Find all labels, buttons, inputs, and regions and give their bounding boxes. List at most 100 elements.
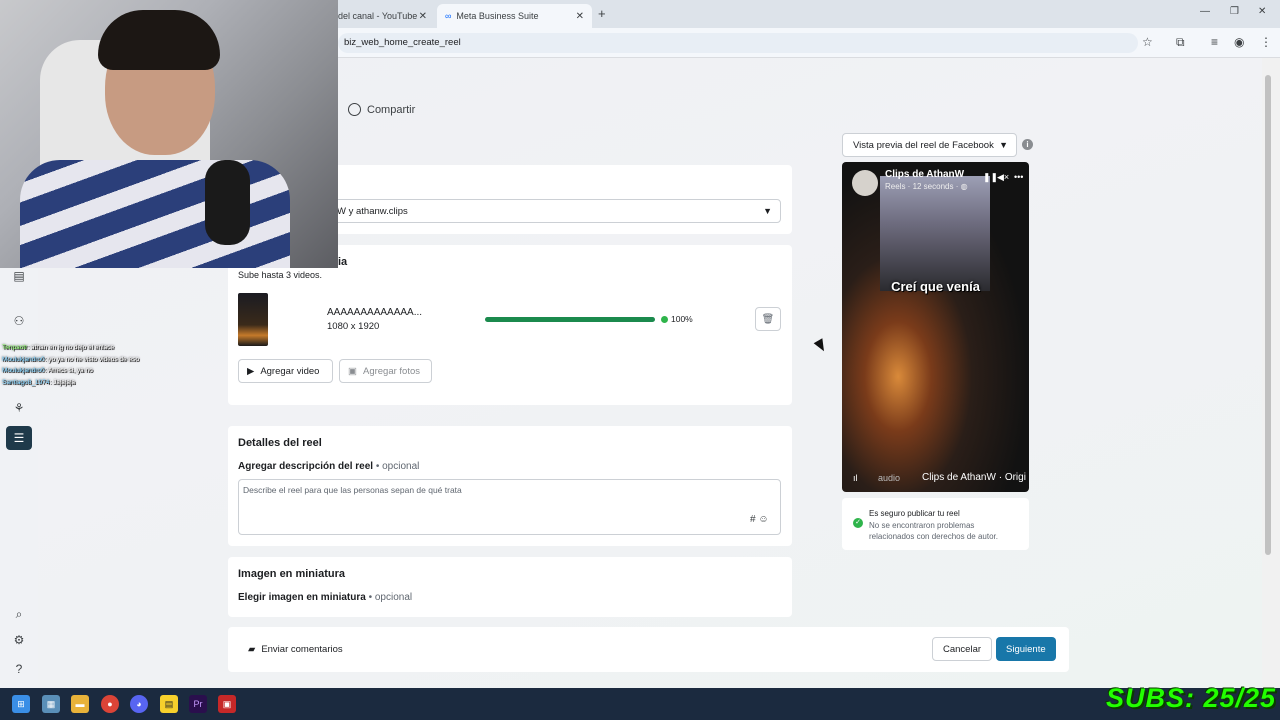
- add-photos-button[interactable]: ▣ Agregar fotos: [339, 359, 432, 383]
- preview-audio-label: audio: [878, 473, 901, 483]
- globe-icon: ◍: [960, 182, 968, 191]
- cancel-button[interactable]: Cancelar: [932, 637, 993, 661]
- menu-dots-icon[interactable]: ⋮: [1260, 35, 1272, 49]
- new-tab-icon[interactable]: +: [598, 6, 606, 21]
- close-icon[interactable]: ✕: [419, 11, 427, 22]
- pause-icon[interactable]: ❚❚: [983, 172, 998, 183]
- media-subtitle: Sube hasta 3 videos.: [238, 270, 323, 280]
- help-icon[interactable]: ?: [8, 658, 30, 680]
- add-video-label: Agregar video: [260, 365, 320, 377]
- hashtag-icon[interactable]: #: [750, 514, 756, 525]
- content-icon[interactable]: ▤: [8, 265, 30, 287]
- upload-progress-label: 100%: [671, 314, 693, 324]
- photos-app-icon[interactable]: ▦: [42, 695, 60, 713]
- media-controls-icon[interactable]: ≡: [1211, 35, 1218, 49]
- tab-label: del canal - YouTube: [338, 11, 418, 21]
- tab-meta-business-suite[interactable]: ∞ Meta Business Suite ✕: [437, 4, 592, 28]
- video-icon: ▶: [247, 365, 255, 377]
- step-circle-icon: [348, 103, 361, 116]
- profile-icon[interactable]: ◉: [1234, 35, 1244, 49]
- thumbnail-label-text: Elegir imagen en miniatura: [238, 592, 366, 603]
- chat-user: Moulukjandro0: [2, 367, 45, 374]
- textarea-tools: # ☺: [750, 514, 769, 525]
- preview-track: Clips de AthanW · Origi: [922, 472, 1026, 483]
- gear-icon[interactable]: ⚙: [8, 629, 30, 651]
- chat-line: Moulukjandro0: yo ya no he visto videos …: [2, 354, 139, 366]
- audience-icon[interactable]: ⚇: [8, 310, 30, 332]
- trash-icon: 🗑: [761, 313, 775, 325]
- chat-msg: : Arrecs si, ya no: [44, 367, 93, 374]
- success-dot-icon: [661, 315, 668, 323]
- premiere-icon[interactable]: Pr: [189, 695, 207, 713]
- subs-counter: SUBS: 25/25: [1106, 683, 1277, 713]
- description-label: Agregar descripción del reel • opcional: [238, 461, 419, 472]
- windows-start-icon[interactable]: ⊞: [12, 695, 30, 713]
- photos-icon: ▣: [348, 365, 357, 377]
- close-icon[interactable]: ✕: [576, 11, 584, 22]
- tab-youtube[interactable]: del canal - YouTube ✕: [330, 4, 435, 28]
- video-name: AAAAAAAAAAAAA...: [327, 307, 423, 318]
- mute-icon[interactable]: ◀×: [997, 172, 1009, 183]
- reel-preview: Clips de AthanW Reels · 12 seconds · ◍ ❚…: [842, 162, 1029, 492]
- chat-msg: : Jajajaja: [49, 378, 76, 386]
- media-title: ia: [338, 256, 348, 268]
- feedback-icon: ▰: [248, 644, 256, 655]
- delete-video-button[interactable]: 🗑: [755, 307, 781, 331]
- upload-progress-status: 100%: [661, 314, 693, 324]
- info-icon[interactable]: i: [1022, 139, 1033, 150]
- more-icon[interactable]: •••: [1014, 172, 1023, 182]
- next-button[interactable]: Siguiente: [996, 637, 1056, 661]
- thumbnail-title: Imagen en miniatura: [238, 568, 345, 580]
- scrollbar-thumb[interactable]: [1265, 75, 1271, 555]
- preview-meta: Reels · 12 seconds · ◍: [885, 182, 968, 191]
- chat-line: Moulukjandro0: Arrecs si, ya no: [2, 365, 139, 377]
- preview-caption: Creí que venía: [891, 279, 980, 294]
- description-input[interactable]: Describe el reel para que las personas s…: [238, 479, 781, 535]
- minimize-icon[interactable]: —: [1200, 6, 1210, 17]
- thumbnail-card: [228, 557, 792, 617]
- all-tools-menu-icon[interactable]: ☰: [6, 426, 32, 450]
- restore-icon[interactable]: ❐: [1230, 6, 1239, 17]
- insights-icon[interactable]: ⚘: [8, 397, 30, 419]
- voicemeeter-icon[interactable]: ▣: [218, 695, 236, 713]
- feedback-button[interactable]: ▰ Enviar comentarios: [248, 644, 343, 655]
- extensions-icon[interactable]: ⧉: [1176, 35, 1185, 50]
- add-video-button[interactable]: ▶ Agregar video: [238, 359, 333, 383]
- description-label-text: Agregar descripción del reel: [238, 461, 374, 472]
- video-thumbnail: [238, 293, 268, 346]
- check-icon: ✓: [853, 518, 863, 528]
- audio-icon: ıl: [853, 473, 858, 483]
- chrome-icon[interactable]: ●: [101, 695, 119, 713]
- optional-tag: • opcional: [375, 461, 420, 472]
- add-photos-label: Agregar fotos: [362, 365, 421, 377]
- preview-select-label: Vista previa del reel de Facebook: [853, 140, 994, 151]
- thumbnail-label: Elegir imagen en miniatura • opcional: [238, 592, 412, 603]
- person-hair: [98, 10, 220, 70]
- step-share[interactable]: Compartir: [348, 103, 415, 116]
- close-window-icon[interactable]: ✕: [1258, 6, 1266, 17]
- file-explorer-icon[interactable]: ▬: [71, 695, 89, 713]
- chat-line: Tenpaotr: athan en ig no dejo el enlace: [2, 342, 139, 354]
- preview-type-select[interactable]: Vista previa del reel de Facebook ▼: [842, 133, 1017, 157]
- bookmark-star-icon[interactable]: ☆: [1142, 35, 1153, 49]
- chat-user: Tenpaotr: [2, 344, 28, 351]
- meta-icon: ∞: [445, 11, 452, 21]
- chat-msg: : yo ya no he visto videos de eso: [44, 355, 139, 363]
- search-icon[interactable]: ⌕: [8, 603, 30, 625]
- step-label: Compartir: [367, 103, 416, 116]
- discord-icon[interactable]: ◕: [130, 695, 148, 713]
- emoji-icon[interactable]: ☺: [758, 514, 768, 525]
- tab-label: Meta Business Suite: [456, 11, 539, 21]
- video-dimensions: 1080 x 1920: [327, 321, 380, 332]
- optional-text: opcional: [374, 592, 413, 603]
- sticky-notes-icon[interactable]: ▤: [160, 695, 178, 713]
- preview-page-name: Clips de AthanW: [885, 169, 965, 180]
- account-select-value: W y athanw.clips: [337, 206, 408, 217]
- safety-title: Es seguro publicar tu reel: [869, 509, 960, 518]
- webcam-overlay: [0, 0, 338, 268]
- avatar: [852, 170, 878, 196]
- chat-msg: : athan en ig no dejo el enlace: [27, 344, 115, 351]
- optional-text: opcional: [382, 461, 420, 472]
- url-field[interactable]: biz_web_home_create_reel: [338, 33, 1138, 53]
- safety-body: No se encontraron problemas relacionados…: [869, 521, 998, 541]
